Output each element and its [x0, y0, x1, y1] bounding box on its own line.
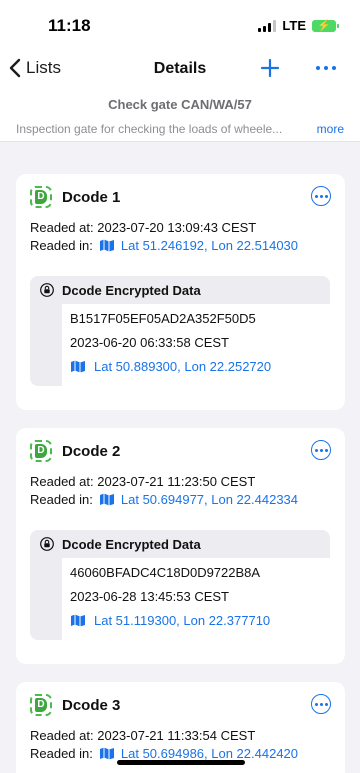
status-bar: 11:18 LTE ⚡: [0, 0, 360, 50]
battery-icon: ⚡: [312, 19, 339, 32]
home-indicator[interactable]: [117, 760, 245, 765]
readed-in-location-link[interactable]: Lat 50.694986, Lon 22.442420: [121, 746, 298, 761]
signal-icon: [258, 19, 277, 32]
readed-at-value: 2023-07-21 11:23:50 CEST: [97, 474, 256, 489]
gate-description: Inspection gate for checking the loads o…: [16, 122, 283, 136]
card-header: D Dcode 2: [30, 440, 120, 462]
encrypted-date: 2023-06-20 06:33:58 CEST: [70, 335, 229, 350]
readed-at-value: 2023-07-20 13:09:43 CEST: [97, 220, 257, 235]
status-time: 11:18: [48, 16, 91, 35]
readed-in-label: Readed in:: [30, 746, 93, 761]
encrypted-body: 46060BFADC4C18D0D9722B8A 2023-06-28 13:4…: [62, 558, 330, 640]
readed-in-location-link[interactable]: Lat 50.694977, Lon 22.442334: [121, 492, 298, 507]
encrypted-title: Dcode Encrypted Data: [62, 282, 201, 298]
card-menu-button[interactable]: [311, 186, 331, 206]
plus-icon[interactable]: [260, 58, 280, 78]
more-link[interactable]: more: [317, 122, 344, 136]
encrypted-location-link[interactable]: Lat 51.119300, Lon 22.377710: [94, 613, 270, 628]
dcode-logo-icon: D: [30, 186, 52, 208]
encrypted-title: Dcode Encrypted Data: [62, 536, 201, 552]
readed-at-label: Readed at:: [30, 728, 94, 743]
card-title: Dcode 2: [62, 442, 121, 460]
card-menu-button[interactable]: [311, 694, 331, 714]
encrypted-data-box: Dcode Encrypted Data 46060BFADC4C18D0D97…: [30, 530, 330, 640]
encrypted-header: Dcode Encrypted Data: [30, 276, 330, 304]
gate-header: Check gate CAN/WA/57 Inspection gate for…: [0, 92, 360, 142]
map-icon: [99, 239, 114, 252]
readed-at-row: Readed at: 2023-07-21 11:23:50 CEST: [30, 474, 255, 489]
map-icon: [71, 614, 85, 627]
encrypted-location-link[interactable]: Lat 50.889300, Lon 22.252720: [94, 359, 271, 374]
lock-icon: [40, 283, 54, 297]
more-button[interactable]: [316, 66, 336, 72]
page-title: Details: [153, 60, 207, 77]
status-indicators: LTE ⚡: [258, 18, 339, 33]
encrypted-code: 46060BFADC4C18D0D9722B8A: [70, 565, 261, 580]
gate-name: Check gate CAN/WA/57: [108, 97, 252, 112]
encrypted-header: Dcode Encrypted Data: [30, 530, 330, 558]
encrypted-date: 2023-06-28 13:45:53 CEST: [70, 589, 229, 604]
card-header: D Dcode 3: [30, 694, 120, 716]
dcode-logo-icon: D: [30, 440, 52, 462]
encrypted-data-box: Dcode Encrypted Data B1517F05EF05AD2A352…: [30, 276, 330, 386]
readed-in-row: Readed in: Lat 50.694977, Lon 22.442334: [30, 492, 298, 507]
map-icon: [99, 493, 114, 506]
readed-at-row: Readed at: 2023-07-20 13:09:43 CEST: [30, 220, 256, 235]
card-title: Dcode 1: [62, 188, 121, 206]
nav-bar: Lists Details: [0, 50, 360, 92]
readed-in-row: Readed in: Lat 51.246192, Lon 22.514030: [30, 238, 298, 253]
encrypted-code: B1517F05EF05AD2A352F50D5: [70, 311, 256, 326]
readed-at-label: Readed at:: [30, 220, 94, 235]
readed-in-row: Readed in: Lat 50.694986, Lon 22.442420: [30, 746, 298, 761]
readed-at-row: Readed at: 2023-07-21 11:33:54 CEST: [30, 728, 255, 743]
encrypted-location-row: Lat 51.119300, Lon 22.377710: [70, 613, 270, 628]
dcode-logo-icon: D: [30, 694, 52, 716]
card-header: D Dcode 1: [30, 186, 120, 208]
lock-icon: [40, 537, 54, 551]
readed-in-label: Readed in:: [30, 492, 93, 507]
card-title: Dcode 3: [62, 696, 121, 714]
readed-in-location-link[interactable]: Lat 51.246192, Lon 22.514030: [121, 238, 298, 253]
map-icon: [99, 747, 114, 760]
encrypted-body: B1517F05EF05AD2A352F50D5 2023-06-20 06:3…: [62, 304, 330, 386]
card-menu-button[interactable]: [311, 440, 331, 460]
readed-in-label: Readed in:: [30, 238, 93, 253]
dcode-card: D Dcode 2 Readed at: 2023-07-21 11:23:50…: [16, 428, 345, 664]
map-icon: [71, 360, 85, 373]
encrypted-location-row: Lat 50.889300, Lon 22.252720: [70, 359, 271, 374]
readed-at-label: Readed at:: [30, 474, 94, 489]
network-type: LTE: [282, 18, 306, 33]
dcode-card: D Dcode 1 Readed at: 2023-07-20 13:09:43…: [16, 174, 345, 410]
readed-at-value: 2023-07-21 11:33:54 CEST: [97, 728, 256, 743]
